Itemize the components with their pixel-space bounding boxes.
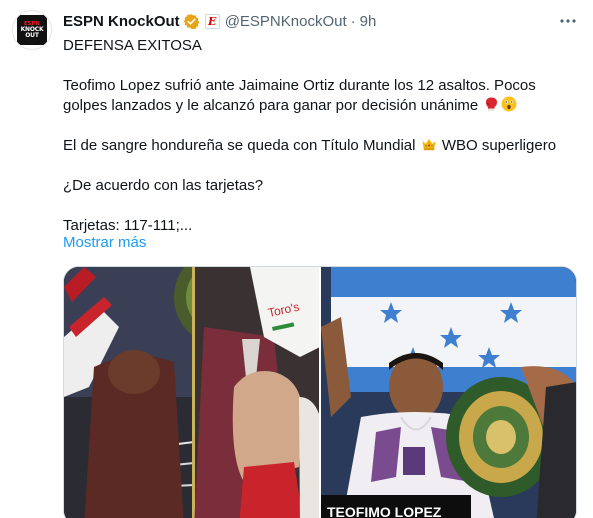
- boxing-glove-icon: [483, 96, 499, 112]
- tweet-paragraph-3-after: WBO superligero: [441, 137, 557, 154]
- more-horizontal-icon[interactable]: [559, 12, 577, 30]
- tweet-paragraph-3-before: El de sangre hondureña se queda con Títu…: [63, 137, 416, 154]
- tweet-paragraph-2-text: Teofimo Lopez sufrió ante Jaimaine Ortiz…: [63, 77, 536, 114]
- espn-brand-badge-icon[interactable]: E: [204, 13, 220, 29]
- champion-with-belt-photo[interactable]: TEOFIMO LOPEZ: [321, 267, 576, 518]
- boxer-celebration-photo[interactable]: Toro's: [64, 267, 319, 518]
- timestamp[interactable]: 9h: [360, 13, 377, 30]
- handle[interactable]: @ESPNKnockOut: [225, 13, 347, 30]
- display-name[interactable]: ESPN KnockOut: [63, 13, 180, 30]
- tweet-text: DEFENSA EXITOSA Teofimo Lopez sufrió ant…: [63, 36, 578, 236]
- separator-dot: ·: [350, 12, 356, 30]
- brand-badge-letter: E: [207, 14, 217, 28]
- tweet-paragraph-5: Tarjetas: 117-111;...: [63, 217, 193, 234]
- espn-knockout-logo: ESPN KNOCK OUT: [17, 15, 47, 45]
- crown-icon: [421, 136, 437, 152]
- tweet-paragraph-2: Teofimo Lopez sufrió ante Jaimaine Ortiz…: [63, 76, 578, 116]
- tweet-line-1: DEFENSA EXITOSA: [63, 37, 202, 54]
- tweet-paragraph-3: El de sangre hondureña se queda con Títu…: [63, 136, 578, 156]
- verified-badge-icon[interactable]: [183, 13, 200, 30]
- tweet-header: ESPN KnockOut E @ESPNKnockOut · 9h: [63, 11, 376, 31]
- avatar-text-3: OUT: [25, 31, 39, 39]
- photo-caption: TEOFIMO LOPEZ: [327, 504, 442, 518]
- tweet-media[interactable]: Toro's TEOFIMO LOPEZ: [63, 266, 577, 518]
- astonished-face-icon: [501, 96, 517, 112]
- tweet[interactable]: ESPN KNOCK OUT ESPN KnockOut E @ESPNKnoc…: [0, 0, 593, 518]
- show-more-link[interactable]: Mostrar más: [63, 234, 146, 251]
- avatar[interactable]: ESPN KNOCK OUT: [12, 10, 52, 50]
- tweet-paragraph-4: ¿De acuerdo con las tarjetas?: [63, 177, 264, 194]
